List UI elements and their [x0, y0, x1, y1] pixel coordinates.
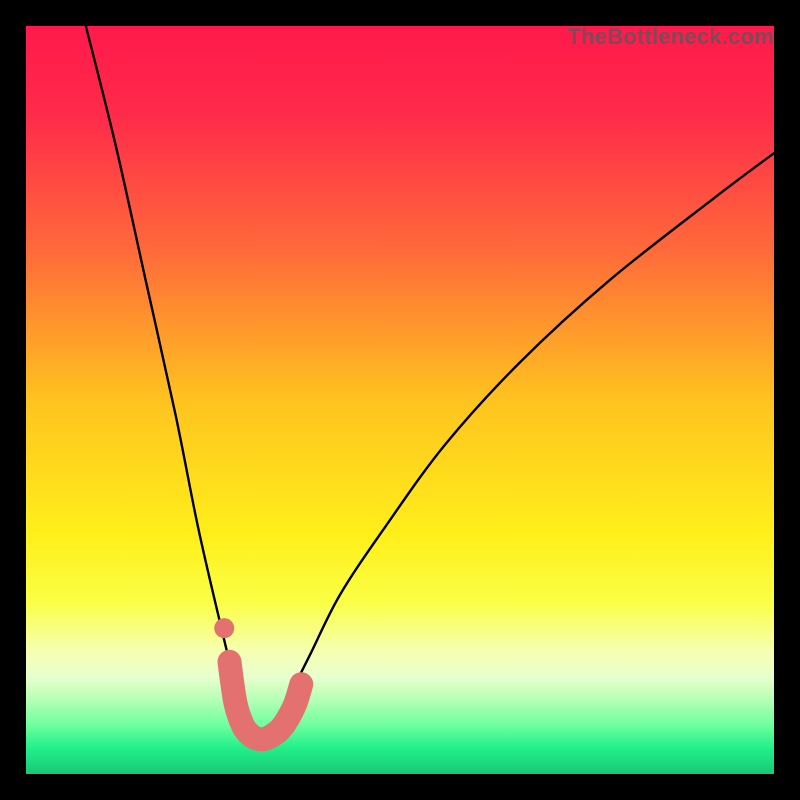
watermark-label: TheBottleneck.com	[568, 26, 774, 50]
bottleneck-chart	[26, 26, 774, 774]
chart-area: TheBottleneck.com	[26, 26, 774, 774]
optimum-marker-dot	[214, 618, 234, 638]
gradient-background	[26, 26, 774, 774]
